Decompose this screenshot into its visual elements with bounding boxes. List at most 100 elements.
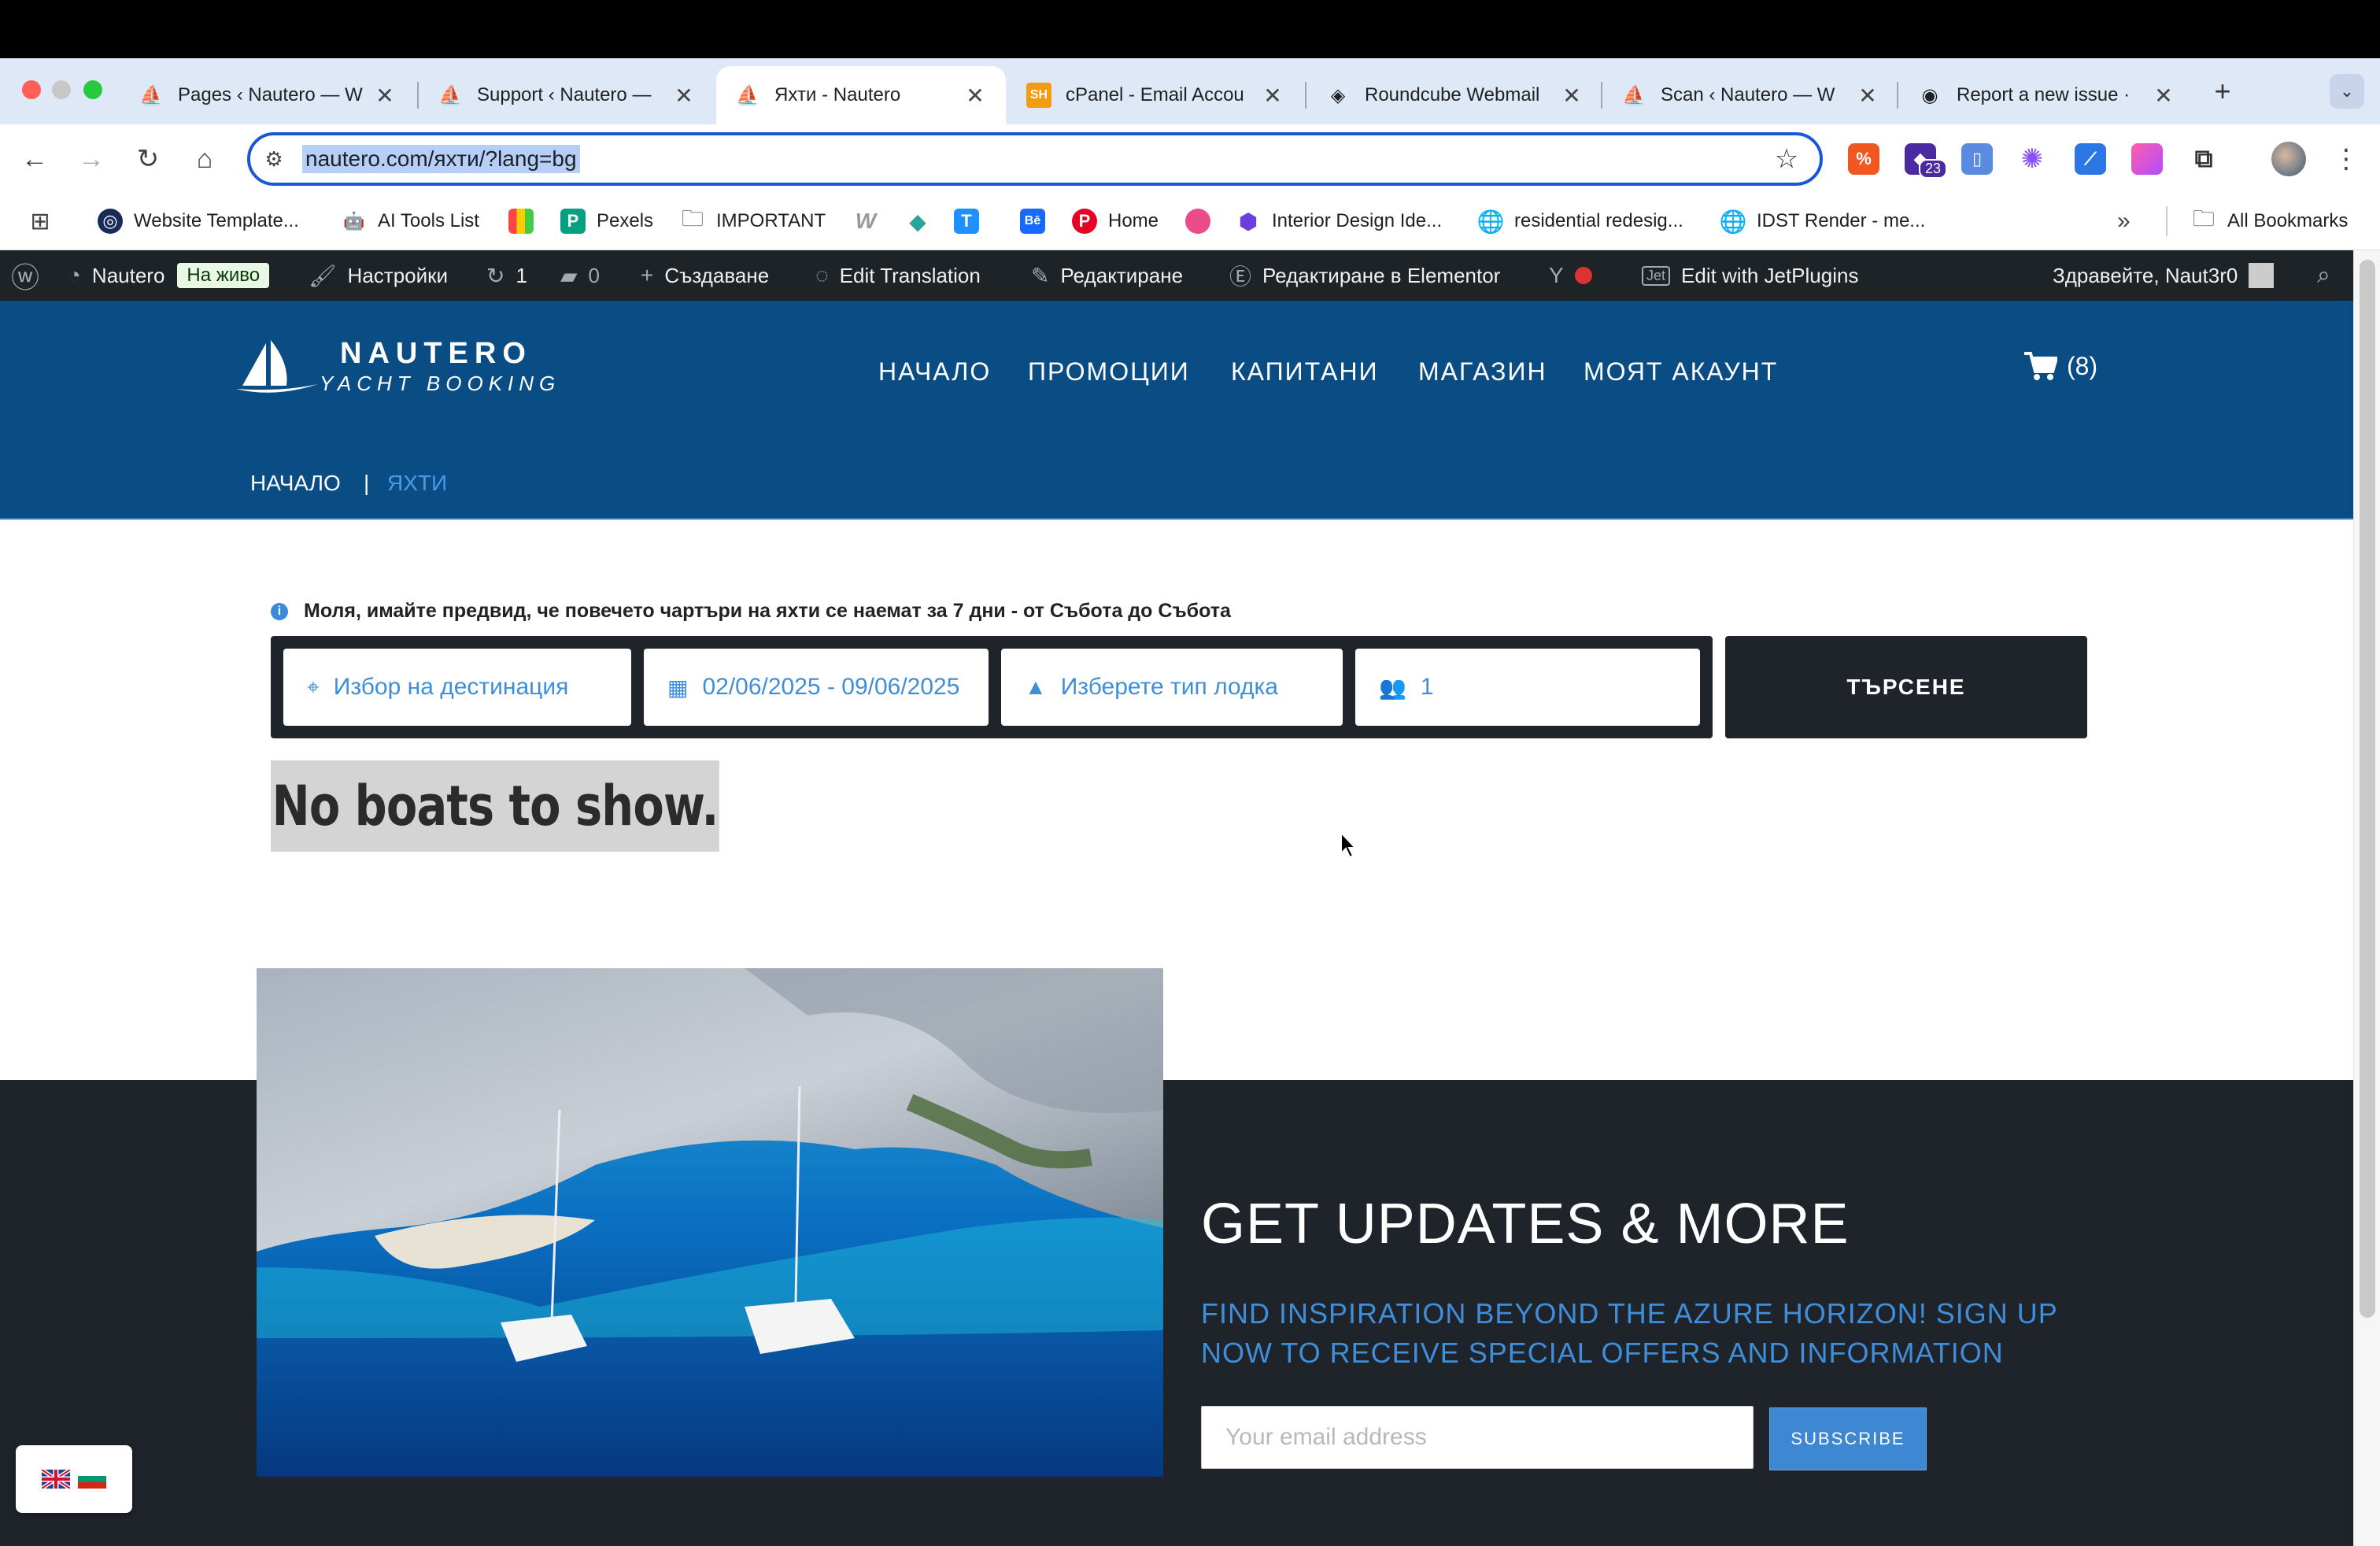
bulgaria-flag-icon[interactable] [78,1470,106,1489]
subscribe-button[interactable]: SUBSCRIBE [1769,1407,1927,1470]
back-arrow-icon[interactable]: ← [16,140,54,178]
cart-button[interactable]: (8) [2024,351,2097,381]
extension-icon[interactable]: % [1848,143,1879,175]
kebab-menu-icon[interactable]: ⋮ [2333,142,2360,176]
sailboat-icon: ⛵ [139,84,163,106]
wp-comments[interactable]: ▰ 0 [560,250,600,301]
bookmark-item[interactable]: 🗀 IMPORTANT [680,206,826,236]
browser-tab-active[interactable]: ⛵ Яхти - Nautero ✕ [716,66,1006,124]
scrollbar-thumb[interactable] [2360,260,2375,1318]
extension-icon[interactable]: ✺ [2016,143,2048,175]
window-close-button[interactable] [22,80,41,99]
close-icon[interactable]: ✕ [2152,83,2175,109]
close-icon[interactable]: ✕ [373,83,397,109]
sailboat-logo-icon[interactable] [235,340,321,398]
language-switcher[interactable] [16,1445,132,1513]
forward-arrow-icon[interactable]: → [72,140,110,178]
wp-updates[interactable]: ↻ 1 [486,250,527,301]
roundcube-icon: ◈ [1330,84,1346,106]
breadcrumb-separator: | [364,471,370,495]
map-pin-icon: ⌖ [307,674,320,699]
folder-icon: 🗀 [681,206,704,231]
extension-icon[interactable] [2131,143,2163,175]
bookmark-item[interactable]: T [954,206,990,236]
wp-customize[interactable]: 🖌 Настройки [309,250,448,301]
guests-input[interactable]: 👥 1 [1355,649,1700,726]
browser-tab[interactable]: ⛵ Support ‹ Nautero — ✕ [419,66,715,124]
logo-title[interactable]: NAUTERO [340,337,532,371]
github-icon: ◉ [1921,84,1938,106]
bookmark-item[interactable]: 🌐 residential redesig... [1477,206,1683,236]
boat-type-select[interactable]: ▲ Изберете тип лодка [1001,649,1343,726]
wordpress-logo-icon[interactable]: ⓦ [11,250,50,301]
t-icon: T [954,209,979,234]
logo-subtitle[interactable]: YACHT BOOKING [320,372,560,396]
wp-edit[interactable]: ✎ Редактиране [1031,250,1183,301]
tab-search-chevron-icon[interactable]: ⌄ [2330,74,2364,109]
close-icon[interactable]: ✕ [1560,83,1584,109]
browser-tab[interactable]: SH cPanel - Email Accou ✕ [1007,66,1303,124]
apps-grid-icon[interactable]: ⊞ [27,208,54,235]
bookmark-item[interactable]: ⬢ Interior Design Ide... [1236,206,1442,236]
close-icon[interactable]: ✕ [1856,83,1879,109]
url-text[interactable]: nautero.com/яхти/?lang=bg [302,145,580,173]
nav-my-account[interactable]: МОЯТ АКАУНТ [1584,357,1778,386]
email-field[interactable] [1201,1406,1754,1469]
bookmark-item[interactable]: Bē [1020,206,1056,236]
new-tab-button[interactable]: + [2204,72,2241,110]
extension-icon[interactable]: ▯ [1961,143,1993,175]
wp-new-content[interactable]: + Създаване [641,250,769,301]
bookmark-item[interactable]: W [853,206,889,236]
all-bookmarks-button[interactable]: 🗀 All Bookmarks [2191,206,2348,236]
window-maximize-button[interactable] [83,80,102,99]
w-icon: W [855,209,877,233]
sailboat-icon: ⛵ [736,84,759,106]
behance-icon: Bē [1020,209,1045,234]
nav-promotions[interactable]: ПРОМОЦИИ [1028,357,1190,386]
bookmark-item[interactable]: P Home [1072,206,1159,236]
close-icon[interactable]: ✕ [963,83,987,109]
bookmark-item[interactable]: 🤖 AI Tools List [342,206,479,236]
wp-jetplugins[interactable]: Jet Edit with JetPlugins [1642,250,1858,301]
bookmark-item[interactable]: P Pexels [560,206,653,236]
bookmark-item[interactable] [1185,206,1221,236]
wp-my-account[interactable]: Здравейте, Naut3r0 [2053,250,2275,301]
search-icon[interactable]: ⌕ [2317,250,2341,301]
charter-notice: i Моля, имайте предвид, че повечето чарт… [271,600,1231,623]
wp-edit-elementor[interactable]: Ⓔ Редактиране в Elementor [1229,250,1500,301]
search-button[interactable]: ТЪРСЕНЕ [1725,636,2087,738]
wp-site-name[interactable]: ◔ Nautero На живо [68,250,270,301]
nav-home[interactable]: НАЧАЛО [878,357,991,386]
brush-icon: 🖌 [309,263,337,288]
mouse-cursor-icon [1340,831,1358,859]
nav-captains[interactable]: КАПИТАНИ [1231,357,1379,386]
site-header [0,301,2353,520]
bookmark-item[interactable] [508,206,545,236]
destination-select[interactable]: ⌖ Избор на дестинация [283,649,631,726]
bookmark-item[interactable]: ◎ Website Template... [98,206,299,236]
site-settings-icon[interactable]: ⚙ [260,145,288,173]
extension-icon[interactable]: ⟋ [2075,143,2106,175]
close-icon[interactable]: ✕ [672,83,696,109]
window-minimize-button[interactable] [52,80,71,99]
close-icon[interactable]: ✕ [1261,83,1284,109]
uk-flag-icon[interactable] [42,1470,70,1489]
wp-edit-translation[interactable]: ◌ Edit Translation [815,250,981,301]
browser-tab[interactable]: ◉ Report a new issue · ✕ [1898,66,2194,124]
tag-icon: ◆ [909,209,926,234]
browser-tab[interactable]: ⛵ Pages ‹ Nautero — W ✕ [120,66,416,124]
breadcrumb-home[interactable]: НАЧАЛО [250,471,341,496]
wp-yoast[interactable]: Y [1549,250,1592,301]
nav-shop[interactable]: МАГАЗИН [1418,357,1547,386]
browser-tab[interactable]: ◈ Roundcube Webmail ✕ [1306,66,1602,124]
puzzle-icon[interactable]: ⧉ [2188,143,2219,175]
date-range-input[interactable]: ▦ 02/06/2025 - 09/06/2025 [644,649,989,726]
browser-tab[interactable]: ⛵ Scan ‹ Nautero — W ✕ [1602,66,1898,124]
bookmark-item[interactable]: ◆ [905,206,941,236]
bookmark-item[interactable]: 🌐 IDST Render - me... [1720,206,1926,236]
home-icon[interactable]: ⌂ [186,140,224,178]
reload-icon[interactable]: ↻ [129,140,167,178]
more-bookmarks-chevron-icon[interactable]: » [2117,206,2131,236]
bookmark-star-icon[interactable]: ☆ [1769,142,1804,176]
avatar[interactable] [2271,142,2306,176]
